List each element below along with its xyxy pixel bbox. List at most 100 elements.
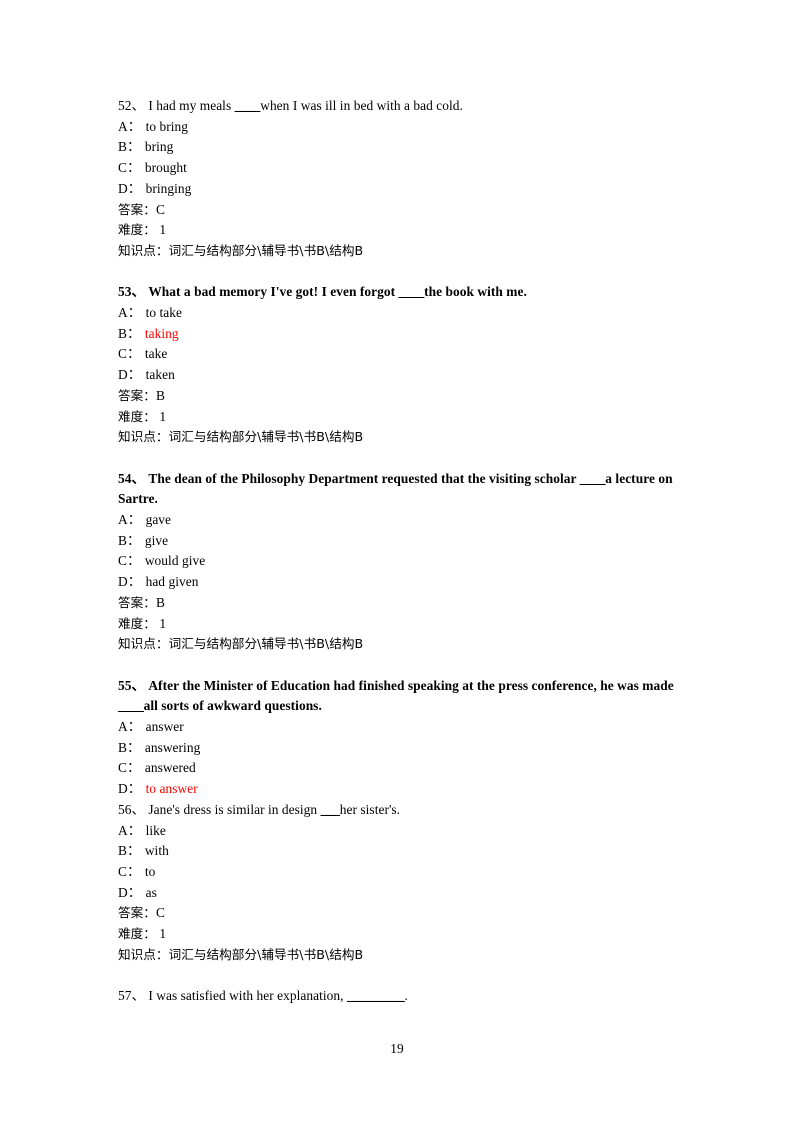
option-row[interactable]: A： to take bbox=[118, 303, 680, 324]
option-text: taken bbox=[142, 367, 175, 383]
difficulty-line: 难度： 1 bbox=[118, 407, 680, 428]
option-text: brought bbox=[141, 160, 187, 176]
option-row[interactable]: B： with bbox=[118, 841, 680, 862]
question-stem: 52、 I had my meals ____when I was ill in… bbox=[118, 96, 680, 117]
option-text: to bring bbox=[142, 118, 188, 134]
question-number: 56、 bbox=[118, 801, 145, 817]
option-row[interactable]: A： answer bbox=[118, 717, 680, 738]
question-number: 57、 bbox=[118, 988, 145, 1004]
question-text-before-blank: Jane's dress is similar in design bbox=[144, 801, 321, 817]
option-letter: B： bbox=[118, 843, 141, 859]
option-text: would give bbox=[141, 553, 206, 569]
question-block: 54、 The dean of the Philosophy Departmen… bbox=[118, 469, 680, 655]
difficulty-label: 难度： bbox=[118, 222, 156, 238]
question-text-after-blank: . bbox=[404, 988, 408, 1004]
option-row[interactable]: B： taking bbox=[118, 324, 680, 345]
question-stem: 53、 What a bad memory I've got! I even f… bbox=[118, 282, 680, 303]
question-number: 53、 bbox=[118, 284, 145, 300]
answer-line: 答案：B bbox=[118, 386, 680, 407]
answer-blank: ____ bbox=[398, 284, 425, 300]
option-row[interactable]: C： take bbox=[118, 344, 680, 365]
answer-line: 答案：C bbox=[118, 200, 680, 221]
option-letter: B： bbox=[118, 532, 141, 548]
question-text-before-blank: I was satisfied with her explanation, bbox=[144, 988, 347, 1004]
option-row[interactable]: D： bringing bbox=[118, 179, 680, 200]
option-row[interactable]: C： would give bbox=[118, 551, 680, 572]
option-letter: B： bbox=[118, 325, 141, 341]
option-text: bring bbox=[141, 139, 174, 155]
question-text-after-blank: when I was ill in bed with a bad cold. bbox=[260, 98, 463, 113]
option-row[interactable]: C： answered bbox=[118, 758, 680, 779]
option-text: taking bbox=[141, 325, 179, 341]
difficulty-line: 难度： 1 bbox=[118, 220, 680, 241]
option-row[interactable]: A： to bring bbox=[118, 117, 680, 138]
difficulty-value: 1 bbox=[155, 222, 167, 238]
knowledge-point-line: 知识点：词汇与结构部分\辅导书\书B\结构B bbox=[118, 945, 680, 966]
option-row[interactable]: D： to answer bbox=[118, 779, 680, 800]
answer-blank: ___ bbox=[320, 801, 340, 817]
knowledge-point-value: 词汇与结构部分\辅导书\书B\结构B bbox=[168, 946, 364, 962]
option-letter: D： bbox=[118, 367, 142, 383]
option-text: as bbox=[142, 884, 157, 900]
question-stem: 56、 Jane's dress is similar in design __… bbox=[118, 800, 680, 821]
option-letter: D： bbox=[118, 781, 142, 797]
option-text: gave bbox=[142, 512, 172, 528]
difficulty-label: 难度： bbox=[118, 926, 156, 942]
answer-value: B bbox=[155, 594, 165, 610]
question-text-after-blank: all sorts of awkward questions. bbox=[143, 698, 322, 714]
option-text: with bbox=[141, 843, 169, 859]
option-letter: B： bbox=[118, 739, 141, 755]
option-row[interactable]: D： had given bbox=[118, 572, 680, 593]
option-text: take bbox=[141, 346, 168, 362]
option-letter: C： bbox=[118, 863, 141, 879]
difficulty-line: 难度： 1 bbox=[118, 614, 680, 635]
option-row[interactable]: B： give bbox=[118, 531, 680, 552]
option-text: like bbox=[142, 822, 166, 838]
document-page: 52、 I had my meals ____when I was ill in… bbox=[0, 0, 794, 1123]
answer-label: 答案： bbox=[118, 594, 156, 610]
question-text-before-blank: What a bad memory I've got! I even forgo… bbox=[144, 284, 399, 300]
option-text: answer bbox=[142, 719, 184, 735]
question-number: 55、 bbox=[118, 677, 145, 693]
question-stem: 54、 The dean of the Philosophy Departmen… bbox=[118, 469, 680, 510]
option-row[interactable]: D： taken bbox=[118, 365, 680, 386]
option-row[interactable]: C： to bbox=[118, 862, 680, 883]
option-text: to take bbox=[142, 305, 182, 321]
difficulty-line: 难度： 1 bbox=[118, 924, 680, 945]
knowledge-point-value: 词汇与结构部分\辅导书\书B\结构B bbox=[168, 242, 364, 258]
option-letter: D： bbox=[118, 884, 142, 900]
option-text: to answer bbox=[142, 781, 198, 797]
question-block: 55、 After the Minister of Education had … bbox=[118, 676, 680, 800]
option-row[interactable]: D： as bbox=[118, 883, 680, 904]
option-text: bringing bbox=[142, 180, 192, 196]
knowledge-point-label: 知识点： bbox=[118, 946, 169, 962]
option-row[interactable]: A： gave bbox=[118, 510, 680, 531]
option-letter: A： bbox=[118, 719, 142, 735]
answer-label: 答案： bbox=[118, 387, 156, 403]
question-text-before-blank: After the Minister of Education had fini… bbox=[144, 677, 674, 693]
option-letter: A： bbox=[118, 822, 142, 838]
question-text-before-blank: I had my meals bbox=[144, 98, 235, 113]
difficulty-value: 1 bbox=[155, 926, 167, 942]
option-row[interactable]: A： like bbox=[118, 821, 680, 842]
option-text: to bbox=[141, 863, 156, 879]
option-row[interactable]: B： bring bbox=[118, 137, 680, 158]
option-letter: A： bbox=[118, 305, 142, 321]
option-row[interactable]: B： answering bbox=[118, 738, 680, 759]
question-stem: 55、 After the Minister of Education had … bbox=[118, 676, 680, 717]
knowledge-point-value: 词汇与结构部分\辅导书\书B\结构B bbox=[168, 636, 364, 652]
option-letter: D： bbox=[118, 180, 142, 196]
question-text-after-blank: her sister's. bbox=[339, 801, 401, 817]
answer-blank: ____ bbox=[234, 98, 261, 113]
option-letter: A： bbox=[118, 118, 142, 134]
difficulty-value: 1 bbox=[155, 408, 167, 424]
knowledge-point-label: 知识点： bbox=[118, 242, 169, 258]
question-number: 52、 bbox=[118, 98, 145, 113]
question-list: 52、 I had my meals ____when I was ill in… bbox=[118, 96, 680, 1028]
answer-value: B bbox=[155, 387, 165, 403]
difficulty-label: 难度： bbox=[118, 615, 156, 631]
option-row[interactable]: C： brought bbox=[118, 158, 680, 179]
question-block: 57、 I was satisfied with her explanation… bbox=[118, 986, 680, 1007]
question-text-after-blank: the book with me. bbox=[424, 284, 527, 300]
answer-value: C bbox=[155, 201, 165, 217]
